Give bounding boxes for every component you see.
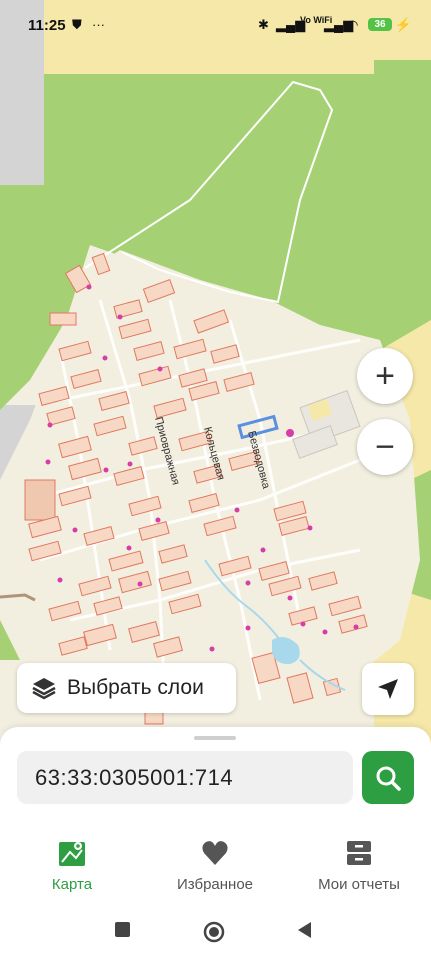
search-icon	[376, 766, 401, 791]
plus-icon: +	[375, 356, 395, 395]
bottom-nav: Карта Избранное Мои отчеты	[0, 822, 431, 902]
zoom-out-button[interactable]: −	[357, 419, 413, 475]
nav-item-favorites[interactable]: Избранное	[145, 822, 285, 902]
bottom-sheet: 63:33:0305001:714 Карта Избранное Мои от…	[0, 727, 431, 960]
status-time: 11:25	[28, 17, 66, 34]
more-dots-icon: ···	[92, 17, 105, 32]
bluetooth-icon: ✱	[258, 17, 269, 32]
navigation-arrow-icon	[378, 679, 398, 699]
nav-item-my-reports[interactable]: Мои отчеты	[289, 822, 429, 902]
cadastral-search-input[interactable]: 63:33:0305001:714	[17, 751, 353, 804]
charging-icon: ⚡	[395, 17, 412, 32]
battery-icon: 36	[368, 18, 392, 31]
search-button[interactable]	[362, 751, 414, 804]
status-bar: 11:25 ⛊ ··· ✱ ▂▄▆ Vo WiFi ▂▄▆ ◠ 36 ⚡	[0, 0, 431, 52]
zoom-in-button[interactable]: +	[357, 348, 413, 404]
nav-item-map[interactable]: Карта	[2, 822, 142, 902]
home-icon[interactable]	[203, 921, 225, 943]
back-icon[interactable]	[296, 921, 314, 939]
heart-icon	[202, 841, 228, 865]
archive-icon	[347, 841, 371, 865]
map-icon	[59, 842, 85, 866]
recents-icon[interactable]	[114, 921, 132, 939]
shield-icon: ⛊	[72, 17, 82, 32]
layers-icon	[32, 678, 56, 700]
nav-label-map: Карта	[51, 876, 93, 893]
minus-icon: −	[375, 427, 395, 466]
system-nav-bar	[0, 907, 431, 960]
wifi-icon: ◠	[347, 17, 359, 32]
layers-label: Выбрать слои	[67, 676, 204, 699]
layers-button[interactable]: Выбрать слои	[17, 663, 236, 713]
my-location-button[interactable]	[362, 663, 414, 715]
nav-label-my-reports: Мои отчеты	[318, 876, 400, 893]
nav-label-favorites: Избранное	[176, 876, 254, 893]
sheet-handle[interactable]	[194, 736, 236, 740]
